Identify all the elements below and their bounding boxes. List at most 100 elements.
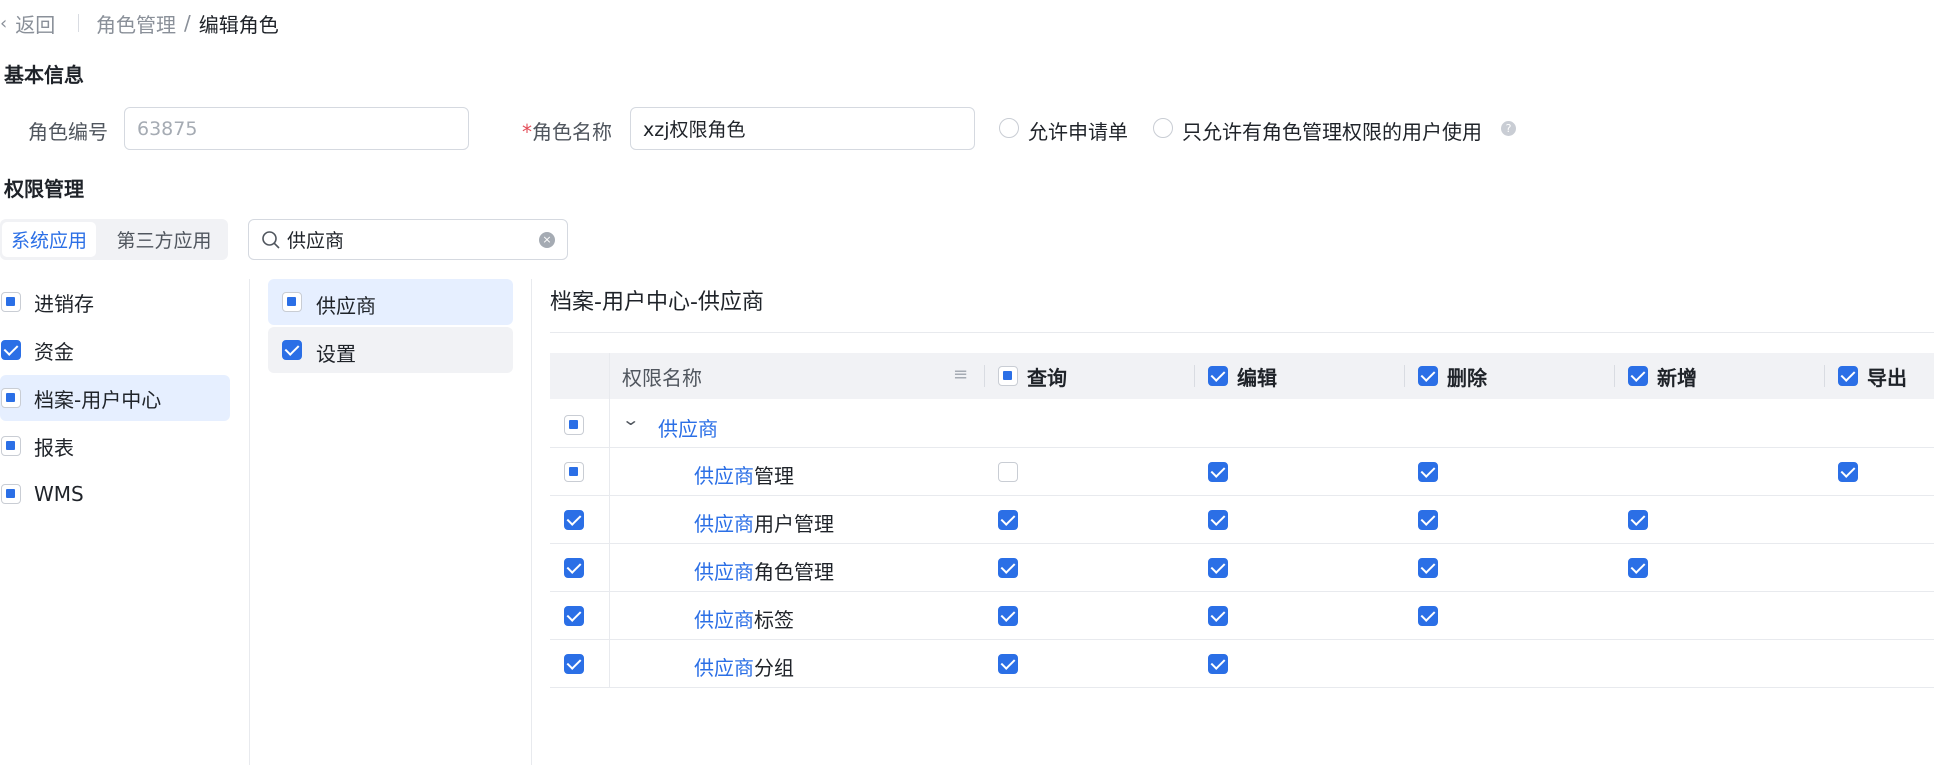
app-checkbox[interactable] (1, 484, 21, 504)
role-name-input[interactable]: xzj权限角色 (630, 107, 975, 150)
only-admin-checkbox[interactable] (1153, 118, 1173, 138)
permission-checkbox-edit[interactable] (1208, 606, 1228, 626)
row-divider (550, 447, 1934, 448)
detail-title: 档案-用户中心-供应商 (550, 290, 764, 315)
chevron-left-icon: ‹ (0, 12, 8, 34)
column-separator (1824, 365, 1825, 387)
clear-icon[interactable]: × (539, 232, 555, 248)
row-checkbox[interactable] (564, 606, 584, 626)
row-checkbox[interactable] (564, 654, 584, 674)
row-divider (550, 639, 1934, 640)
app-checkbox[interactable] (1, 340, 21, 360)
header-checkbox-add[interactable] (1628, 366, 1648, 386)
permission-checkbox-query[interactable] (998, 606, 1018, 626)
row-name-rest: 用户管理 (754, 512, 834, 536)
permission-checkbox-export[interactable] (1838, 462, 1858, 482)
permission-checkbox-edit[interactable] (1208, 510, 1228, 530)
row-permission-name: 供应商用户管理 (694, 508, 834, 537)
allow-apply-checkbox[interactable] (999, 118, 1019, 138)
permission-checkbox-delete[interactable] (1418, 462, 1438, 482)
app-label: 报表 (34, 435, 74, 460)
permission-checkbox-add[interactable] (1628, 558, 1648, 578)
back-label: 返回 (15, 12, 56, 37)
module-item-supplier[interactable]: 供应商 (268, 279, 513, 325)
row-name-rest: 分组 (754, 656, 794, 680)
breadcrumb-role-management[interactable]: 角色管理 (96, 9, 176, 38)
tab-third-party-apps-label: 第三方应用 (116, 230, 212, 252)
module-item-settings[interactable]: 设置 (268, 327, 513, 373)
row-divider (550, 495, 1934, 496)
permission-title: 权限管理 (4, 177, 84, 201)
back-link[interactable]: ‹ 返回 (0, 8, 55, 38)
header-add-label: 新增 (1657, 365, 1697, 390)
role-id-input[interactable]: 63875 (124, 107, 469, 150)
column-separator (984, 365, 985, 387)
row-divider (550, 687, 1934, 688)
permission-checkbox-query[interactable] (998, 654, 1018, 674)
permission-checkbox-edit[interactable] (1208, 462, 1228, 482)
app-item-wms[interactable]: WMS (0, 471, 230, 517)
role-name-label-text: 角色名称 (532, 120, 612, 144)
column-divider (531, 279, 532, 765)
app-checkbox[interactable] (1, 292, 21, 312)
column-separator (1614, 365, 1615, 387)
header-edit-label: 编辑 (1237, 365, 1277, 390)
permission-checkbox-delete[interactable] (1418, 510, 1438, 530)
help-icon[interactable]: ? (1501, 121, 1516, 136)
detail-divider (550, 332, 1934, 333)
permission-checkbox-add[interactable] (1628, 510, 1648, 530)
row-divider (550, 591, 1934, 592)
permission-checkbox-delete[interactable] (1418, 606, 1438, 626)
header-checkbox-query[interactable] (998, 366, 1018, 386)
module-checkbox[interactable] (282, 292, 302, 312)
header-checkbox-delete[interactable] (1418, 366, 1438, 386)
row-permission-name: 供应商管理 (694, 460, 794, 489)
app-label: 档案-用户中心 (34, 387, 162, 412)
breadcrumb-edit-role: 编辑角色 (198, 12, 279, 37)
only-admin-label: 只允许有角色管理权限的用户使用 (1182, 120, 1482, 144)
header-permission-name: 权限名称 (622, 353, 702, 399)
permission-search-input[interactable]: 供应商 × (248, 219, 568, 260)
tab-system-apps-label: 系统应用 (10, 230, 87, 252)
app-label: 资金 (34, 339, 74, 364)
role-id-label: 角色编号 (28, 120, 108, 144)
permission-checkbox-edit[interactable] (1208, 654, 1228, 674)
app-item-archive-user-center[interactable]: 档案-用户中心 (0, 375, 230, 421)
app-item-inventory[interactable]: 进销存 (0, 279, 230, 325)
role-name-value: xzj权限角色 (643, 119, 746, 141)
search-value: 供应商 (287, 230, 345, 252)
group-row-checkbox[interactable] (564, 415, 584, 435)
row-checkbox[interactable] (564, 462, 584, 482)
app-checkbox[interactable] (1, 388, 21, 408)
breadcrumb-separator: / (184, 11, 191, 35)
app-item-funds[interactable]: 资金 (0, 327, 230, 373)
chevron-down-icon[interactable]: ⌄ (621, 410, 640, 429)
required-mark: * (522, 120, 532, 144)
column-resize-icon[interactable]: ≡ (953, 364, 968, 385)
tab-third-party-apps[interactable]: 第三方应用 (104, 222, 224, 257)
basic-info-title: 基本信息 (4, 63, 84, 87)
breadcrumb: 角色管理 / 编辑角色 (96, 8, 279, 38)
search-icon (262, 230, 280, 249)
row-name-rest: 标签 (754, 608, 794, 632)
permission-checkbox-query[interactable] (998, 558, 1018, 578)
app-label: WMS (34, 482, 84, 506)
permission-checkbox-delete[interactable] (1418, 558, 1438, 578)
app-checkbox[interactable] (1, 436, 21, 456)
row-name-highlight: 供应商 (694, 512, 754, 536)
row-checkbox[interactable] (564, 510, 584, 530)
allow-apply-label: 允许申请单 (1028, 120, 1128, 144)
permission-checkbox-query[interactable] (998, 462, 1018, 482)
app-item-reports[interactable]: 报表 (0, 423, 230, 469)
role-id-value: 63875 (137, 117, 198, 140)
tab-system-apps[interactable]: 系统应用 (2, 222, 96, 257)
row-checkbox[interactable] (564, 558, 584, 578)
row-permission-name: 供应商角色管理 (694, 556, 834, 585)
app-list: 进销存 资金 档案-用户中心 报表 WMS (0, 279, 232, 529)
permission-checkbox-query[interactable] (998, 510, 1018, 530)
permission-checkbox-edit[interactable] (1208, 558, 1228, 578)
header-checkbox-export[interactable] (1838, 366, 1858, 386)
row-name-highlight: 供应商 (694, 464, 754, 488)
module-checkbox[interactable] (282, 340, 302, 360)
header-checkbox-edit[interactable] (1208, 366, 1228, 386)
